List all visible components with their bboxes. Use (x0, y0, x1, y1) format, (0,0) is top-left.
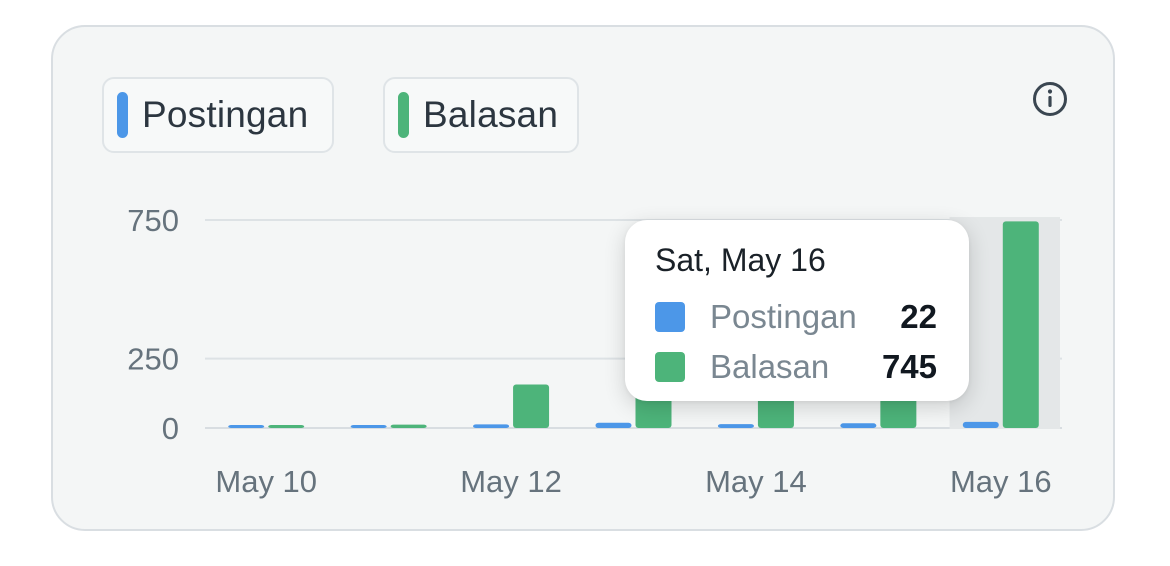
tooltip-swatch-balasan (655, 352, 685, 382)
bar-balasan-may-16[interactable] (1002, 221, 1039, 428)
bar-postingan-may-16[interactable] (962, 421, 999, 428)
x-axis-ticks: May 10 May 12 May 14 May 16 (215, 464, 1051, 499)
chart-tooltip: Sat, May 16 Postingan 22 Balasan 745 (625, 220, 969, 401)
chart-card: Postingan Balasan 750 250 0 May 10 May 12 Ma… (51, 25, 1115, 531)
tooltip-row-balasan: Balasan 745 (655, 347, 937, 387)
y-tick-label: 250 (127, 342, 179, 377)
tooltip-value-balasan: 745 (881, 348, 937, 385)
x-tick-label: May 10 (215, 464, 317, 499)
tooltip-row-postingan: Postingan 22 (655, 297, 937, 337)
y-tick-label: 750 (127, 203, 179, 238)
tooltip-title: Sat, May 16 (655, 242, 826, 278)
bar-postingan-may-14[interactable] (717, 424, 754, 428)
bar-balasan-may-11[interactable] (390, 424, 427, 428)
tooltip-label-postingan: Postingan (710, 298, 857, 335)
bar-postingan-may-12[interactable] (473, 424, 510, 428)
bar-balasan-may-12[interactable] (513, 384, 550, 428)
bar-postingan-may-10[interactable] (228, 425, 265, 428)
y-tick-label: 0 (162, 411, 179, 446)
x-tick-label: May 12 (460, 464, 562, 499)
y-axis-ticks: 750 250 0 (127, 203, 179, 446)
tooltip-swatch-postingan (655, 302, 685, 332)
tooltip-label-balasan: Balasan (710, 348, 830, 385)
x-tick-label: May 14 (705, 464, 807, 499)
bar-postingan-may-13[interactable] (595, 422, 632, 428)
bar-postingan-may-11[interactable] (350, 425, 387, 428)
bar-postingan-may-15[interactable] (840, 423, 877, 428)
tooltip-value-postingan: 22 (900, 298, 937, 335)
x-tick-label: May 16 (950, 464, 1052, 499)
bar-balasan-may-10[interactable] (268, 425, 305, 428)
